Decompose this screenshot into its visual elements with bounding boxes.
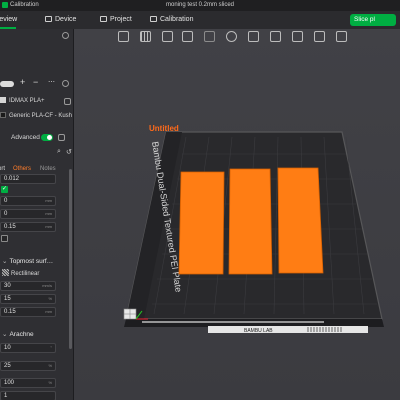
arachne-unit-3: % [48, 380, 52, 385]
edit-filament-icon-1[interactable] [64, 98, 71, 105]
filament-toolbar: + − ⋯ [0, 77, 73, 90]
tab-project[interactable]: Project [100, 11, 132, 29]
chevron-down-icon: ⌄ [2, 331, 8, 338]
tab-device-label: Device [55, 16, 77, 23]
filament-row-1[interactable]: IDMAX PLA+ [0, 95, 72, 107]
advanced-toggle[interactable] [41, 134, 53, 141]
filament-swatch-1 [0, 97, 6, 103]
arachne-value-1: 10 [4, 345, 11, 351]
topmost-surface-section[interactable]: ⌄ Topmost surf… [2, 257, 53, 265]
search-row: ⌕ ↺ [0, 148, 73, 158]
arachne-unit-2: % [48, 363, 52, 368]
filament-swatch-2 [0, 112, 6, 118]
filament-name-1: IDMAX PLA+ [9, 98, 45, 104]
setting-value-1: 0.012 [4, 176, 20, 182]
object-2[interactable] [228, 168, 273, 275]
setting-unit-2: mm [45, 198, 52, 203]
title-bar: Calibration moning test 0.2mm sliced [0, 0, 400, 11]
topmost-speed-value: 30 [4, 283, 11, 289]
setting-value-3: 0 [4, 211, 8, 217]
printer-settings-icon[interactable] [62, 32, 69, 39]
settings-scrollbar[interactable] [69, 169, 72, 349]
setting-value-4: 0.15 [4, 224, 16, 230]
topmost-spacing-unit: mm [45, 309, 52, 314]
setting-unit-3: mm [45, 211, 52, 216]
filament-row-2[interactable]: Generic PLA-CF - Kush [0, 110, 72, 122]
remove-filament-icon[interactable]: − [33, 77, 38, 87]
object-3[interactable] [277, 167, 324, 274]
calibration-icon [150, 16, 157, 22]
plate-brand-label: BAMBU LAB [244, 328, 273, 334]
project-title: moning test 0.2mm sliced [165, 2, 235, 8]
settings-panel: + − ⋯ IDMAX PLA+ Generic PLA-CF - Kush A… [0, 29, 74, 400]
build-plate-view[interactable]: Untitled Bambu Dual-Sided Textured PEI P… [74, 29, 400, 400]
topmost-speed-unit: mm/s [42, 283, 52, 288]
calibration-objects[interactable] [178, 167, 324, 275]
setting-field-1[interactable]: 0.012 [0, 174, 56, 184]
arachne-title: Arachne [9, 331, 34, 338]
setting-checkbox-unchecked[interactable] [1, 235, 8, 242]
topmost-speed-field[interactable]: 30 mm/s [0, 281, 56, 291]
device-icon [45, 16, 52, 22]
plate-front-edge [124, 319, 384, 327]
arachne-unit-1: ° [50, 345, 52, 350]
tab-project-label: Project [110, 16, 132, 23]
topmost-density-unit: % [48, 296, 52, 301]
arachne-value-2: 25 [4, 363, 11, 369]
add-filament-icon[interactable]: + [20, 77, 25, 87]
arachne-value-4: 1 [4, 393, 8, 399]
arachne-field-4[interactable]: 1 [0, 391, 56, 400]
setting-field-4[interactable]: 0.15 mm [0, 222, 56, 232]
topmost-surface-title: Topmost surf… [9, 258, 54, 265]
topmost-pattern-select[interactable]: Rectilinear [2, 269, 39, 277]
app-window: Calibration moning test 0.2mm sliced rev… [0, 0, 400, 400]
search-icon[interactable]: ⌕ [57, 148, 61, 156]
setting-unit-4: mm [45, 224, 52, 229]
compare-presets-icon[interactable] [58, 134, 65, 141]
plate-brand-strip [208, 326, 368, 333]
tab-calibration-label: Calibration [160, 16, 194, 23]
arachne-section[interactable]: ⌄ Arachne [2, 330, 34, 338]
filament-settings-icon[interactable] [62, 80, 69, 87]
arachne-field-2[interactable]: 25% [0, 361, 56, 371]
topmost-pattern-label: Rectilinear [11, 271, 40, 277]
topmost-density-field[interactable]: 15% [0, 294, 56, 304]
arachne-value-3: 100 [4, 380, 15, 386]
more-options-icon[interactable]: ⋯ [48, 78, 55, 86]
advanced-row: Advanced [0, 132, 73, 144]
arachne-field-3[interactable]: 100% [0, 378, 56, 388]
setting-value-2: 0 [4, 198, 8, 204]
slice-plate-button[interactable]: Slice pl [350, 14, 396, 26]
reset-icon[interactable]: ↺ [66, 148, 72, 156]
topmost-spacing-field[interactable]: 0.15 mm [0, 307, 56, 317]
setting-field-2[interactable]: 0 mm [0, 196, 56, 206]
object-1[interactable] [178, 171, 225, 275]
advanced-label: Advanced [11, 134, 40, 141]
3d-viewport[interactable]: Untitled Bambu Dual-Sided Textured PEI P… [74, 29, 400, 400]
project-icon [100, 16, 107, 22]
main-tab-bar: review Device Project Calibration Slice … [0, 11, 400, 29]
filament-name-2: Generic PLA-CF - Kush [9, 113, 73, 119]
app-name: Calibration [10, 2, 39, 8]
tab-calibration[interactable]: Calibration [150, 11, 193, 29]
setting-checkbox-checked[interactable] [1, 185, 8, 193]
plate-name[interactable]: Untitled [149, 124, 179, 133]
app-icon [2, 2, 8, 8]
topmost-spacing-value: 0.15 [4, 309, 16, 315]
setting-field-3[interactable]: 0 mm [0, 209, 56, 219]
arachne-field-1[interactable]: 10 ° [0, 343, 56, 353]
topmost-density-value: 15 [4, 296, 11, 302]
filament-count-pill[interactable] [0, 81, 14, 87]
chevron-down-icon: ⌄ [2, 258, 8, 265]
tab-device[interactable]: Device [45, 11, 76, 29]
rectilinear-pattern-icon [2, 269, 9, 276]
slice-plate-label: Slice pl [354, 16, 375, 23]
